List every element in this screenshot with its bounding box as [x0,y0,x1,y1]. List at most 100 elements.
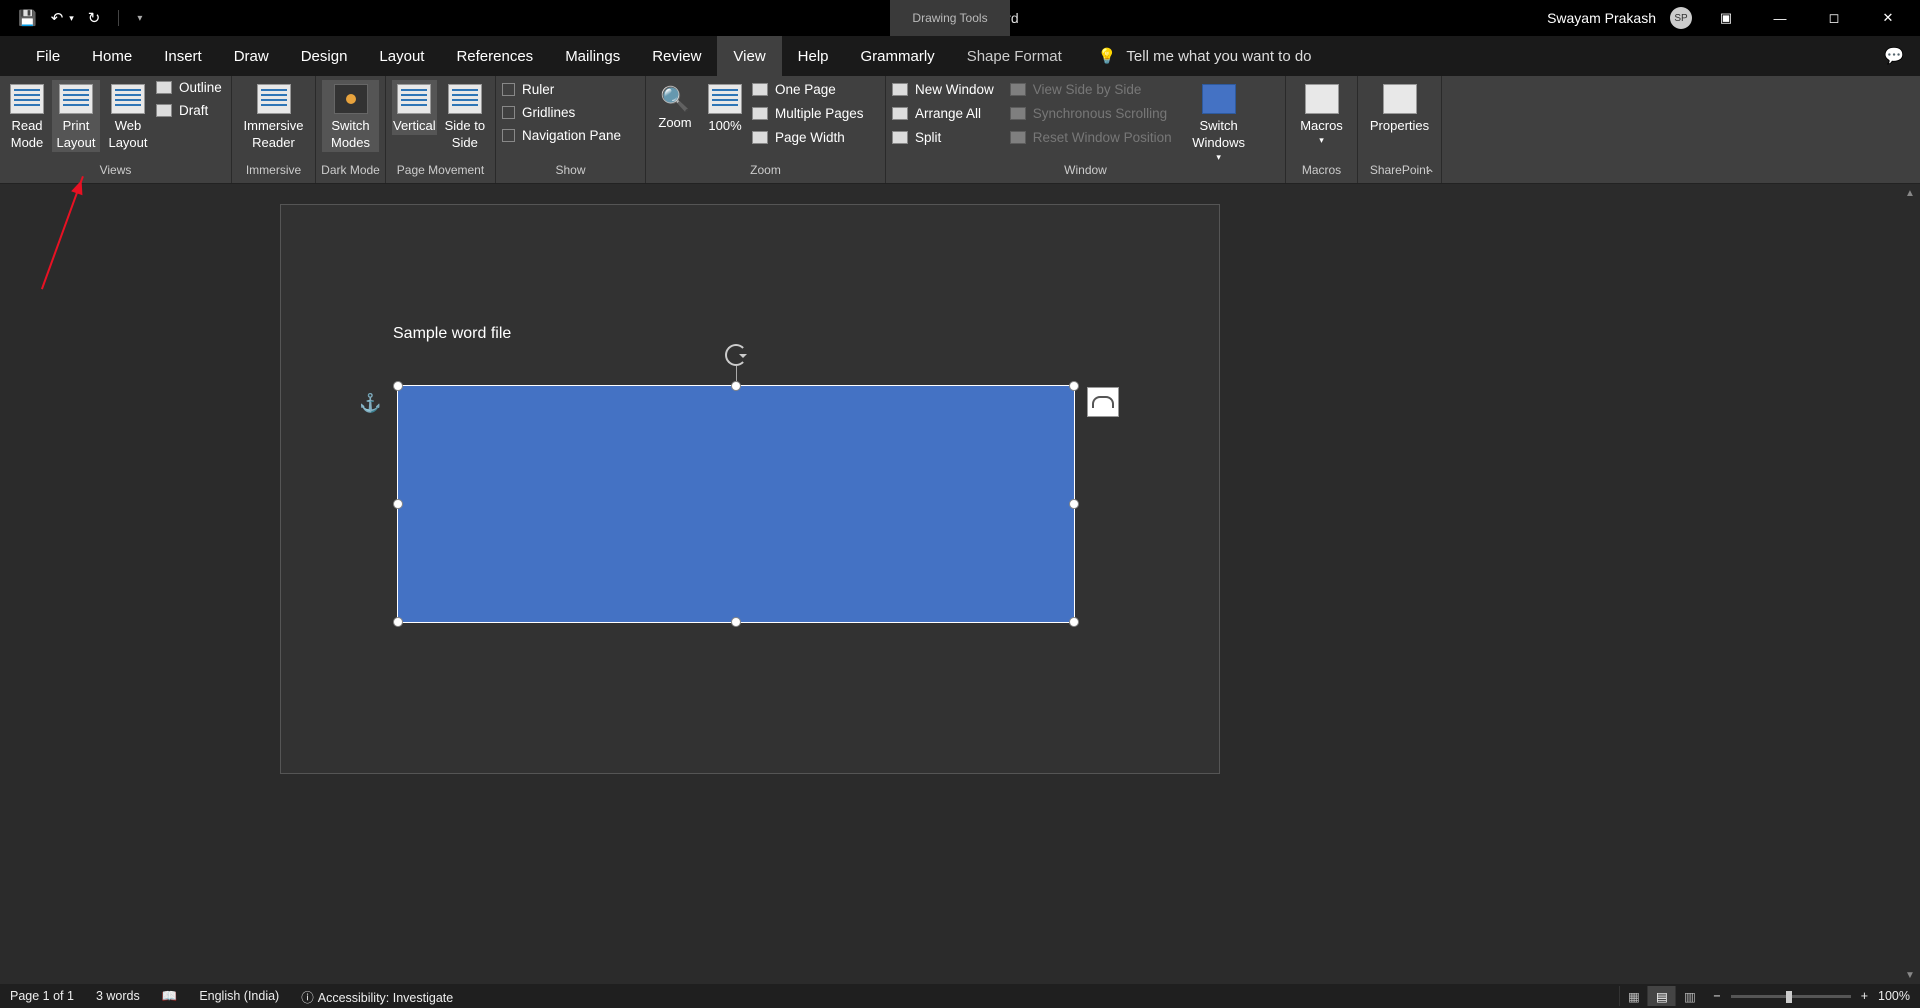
language[interactable]: English (India) [199,989,279,1003]
resize-handle-br[interactable] [1069,617,1079,627]
multiple-pages-button[interactable]: Multiple Pages [752,106,864,121]
side-by-side-icon [1010,83,1026,96]
group-immersive-label: Immersive [232,163,315,183]
zoom-level[interactable]: 100% [1878,989,1910,1003]
tab-file[interactable]: File [20,36,76,76]
read-mode-label: Read Mode [6,118,48,152]
tell-me-search[interactable]: 💡 Tell me what you want to do [1098,36,1312,76]
sync-scroll-button: Synchronous Scrolling [1010,106,1172,121]
switch-modes-icon [334,84,368,114]
outline-icon [156,81,172,94]
hundred-percent-button[interactable]: 100% [702,80,748,135]
group-dark-mode: Switch Modes Dark Mode [316,76,386,183]
checkbox-icon [502,83,515,96]
read-mode-button[interactable]: Read Mode [6,80,48,152]
print-layout-view-icon[interactable]: ▤ [1647,986,1675,1006]
anchor-icon[interactable]: ⚓ [359,393,381,414]
resize-handle-bl[interactable] [393,617,403,627]
document-text[interactable]: Sample word file [393,325,511,343]
resize-handle-tr[interactable] [1069,381,1079,391]
qat-separator [118,10,119,26]
undo-dropdown-icon[interactable]: ▾ [69,13,74,24]
group-zoom-label: Zoom [646,163,885,183]
tab-mailings[interactable]: Mailings [549,36,636,76]
immersive-reader-button[interactable]: Immersive Reader [238,80,309,152]
web-layout-view-icon[interactable]: ▥ [1675,986,1703,1006]
close-icon[interactable]: ✕ [1868,0,1908,36]
resize-handle-b[interactable] [731,617,741,627]
redo-icon[interactable]: ↻ [88,9,101,27]
resize-handle-r[interactable] [1069,499,1079,509]
minimize-icon[interactable]: — [1760,0,1800,36]
vertical-button[interactable]: Vertical [392,80,437,135]
accessibility-status[interactable]: ⓘAccessibility: Investigate [301,987,453,1006]
rotate-handle[interactable] [725,344,747,366]
arrange-all-icon [892,107,908,120]
switch-windows-button[interactable]: Switch Windows ▾ [1184,80,1254,163]
user-avatar[interactable]: SP [1670,7,1692,29]
zoom-thumb[interactable] [1786,991,1792,1003]
resize-handle-l[interactable] [393,499,403,509]
macros-label: Macros [1300,118,1343,135]
scroll-down-icon[interactable]: ▼ [1900,966,1920,984]
gridlines-checkbox[interactable]: Gridlines [502,105,621,120]
collapse-ribbon-icon[interactable]: ⌃ [1425,167,1435,181]
ruler-checkbox[interactable]: Ruler [502,82,621,97]
page-width-button[interactable]: Page Width [752,130,864,145]
maximize-icon[interactable]: ◻ [1814,0,1854,36]
split-button[interactable]: Split [892,130,994,145]
group-macros: Macros ▾ Macros [1286,76,1358,183]
print-layout-button[interactable]: Print Layout [52,80,100,152]
print-layout-label: Print Layout [52,118,100,152]
spellcheck-icon[interactable]: 📖 [162,989,178,1004]
resize-handle-t[interactable] [731,381,741,391]
tab-draw[interactable]: Draw [218,36,285,76]
tab-grammarly[interactable]: Grammarly [845,36,951,76]
save-icon[interactable]: 💾 [18,9,37,27]
tab-home[interactable]: Home [76,36,148,76]
rectangle-shape[interactable] [397,385,1075,623]
title-bar: 💾 ↶ ▾ ↻ ▾ Document1 - Word Drawing Tools… [0,0,1920,36]
tab-layout[interactable]: Layout [363,36,440,76]
undo-icon[interactable]: ↶ [51,9,64,27]
tab-references[interactable]: References [440,36,549,76]
scroll-track[interactable] [1903,202,1917,966]
document-canvas[interactable]: Sample word file ⚓ [0,184,1900,984]
tab-help[interactable]: Help [782,36,845,76]
scroll-up-icon[interactable]: ▲ [1900,184,1920,202]
navigation-pane-checkbox[interactable]: Navigation Pane [502,128,621,143]
vertical-label: Vertical [393,118,436,135]
tab-design[interactable]: Design [285,36,364,76]
chevron-down-icon: ▾ [1319,135,1324,147]
zoom-out-button[interactable]: − [1713,989,1720,1003]
new-window-button[interactable]: New Window [892,82,994,97]
switch-modes-button[interactable]: Switch Modes [322,80,379,152]
web-layout-button[interactable]: Web Layout [104,80,152,152]
zoom-in-button[interactable]: + [1861,989,1868,1003]
layout-options-button[interactable] [1087,387,1119,417]
web-layout-label: Web Layout [104,118,152,152]
outline-button[interactable]: Outline [156,80,222,95]
vertical-scrollbar[interactable]: ▲ ▼ [1900,184,1920,984]
tab-review[interactable]: Review [636,36,717,76]
comments-icon[interactable]: 💬 [1884,46,1904,66]
chevron-down-icon: ▾ [1216,152,1221,164]
draft-button[interactable]: Draft [156,103,222,118]
side-to-side-button[interactable]: Side to Side [441,80,489,152]
tab-shape-format[interactable]: Shape Format [951,36,1078,76]
resize-handle-tl[interactable] [393,381,403,391]
word-count[interactable]: 3 words [96,989,140,1003]
zoom-button[interactable]: 🔍 Zoom [652,80,698,132]
tab-insert[interactable]: Insert [148,36,218,76]
read-mode-view-icon[interactable]: ▦ [1619,986,1647,1006]
page[interactable]: Sample word file ⚓ [280,204,1220,774]
ribbon-display-icon[interactable]: ▣ [1706,0,1746,36]
customize-qat-icon[interactable]: ▾ [137,13,142,24]
macros-button[interactable]: Macros ▾ [1292,80,1351,147]
one-page-button[interactable]: One Page [752,82,864,97]
page-count[interactable]: Page 1 of 1 [10,989,74,1003]
arrange-all-button[interactable]: Arrange All [892,106,994,121]
properties-button[interactable]: Properties [1364,80,1435,135]
zoom-slider[interactable] [1731,995,1851,998]
tab-view[interactable]: View [717,36,781,76]
